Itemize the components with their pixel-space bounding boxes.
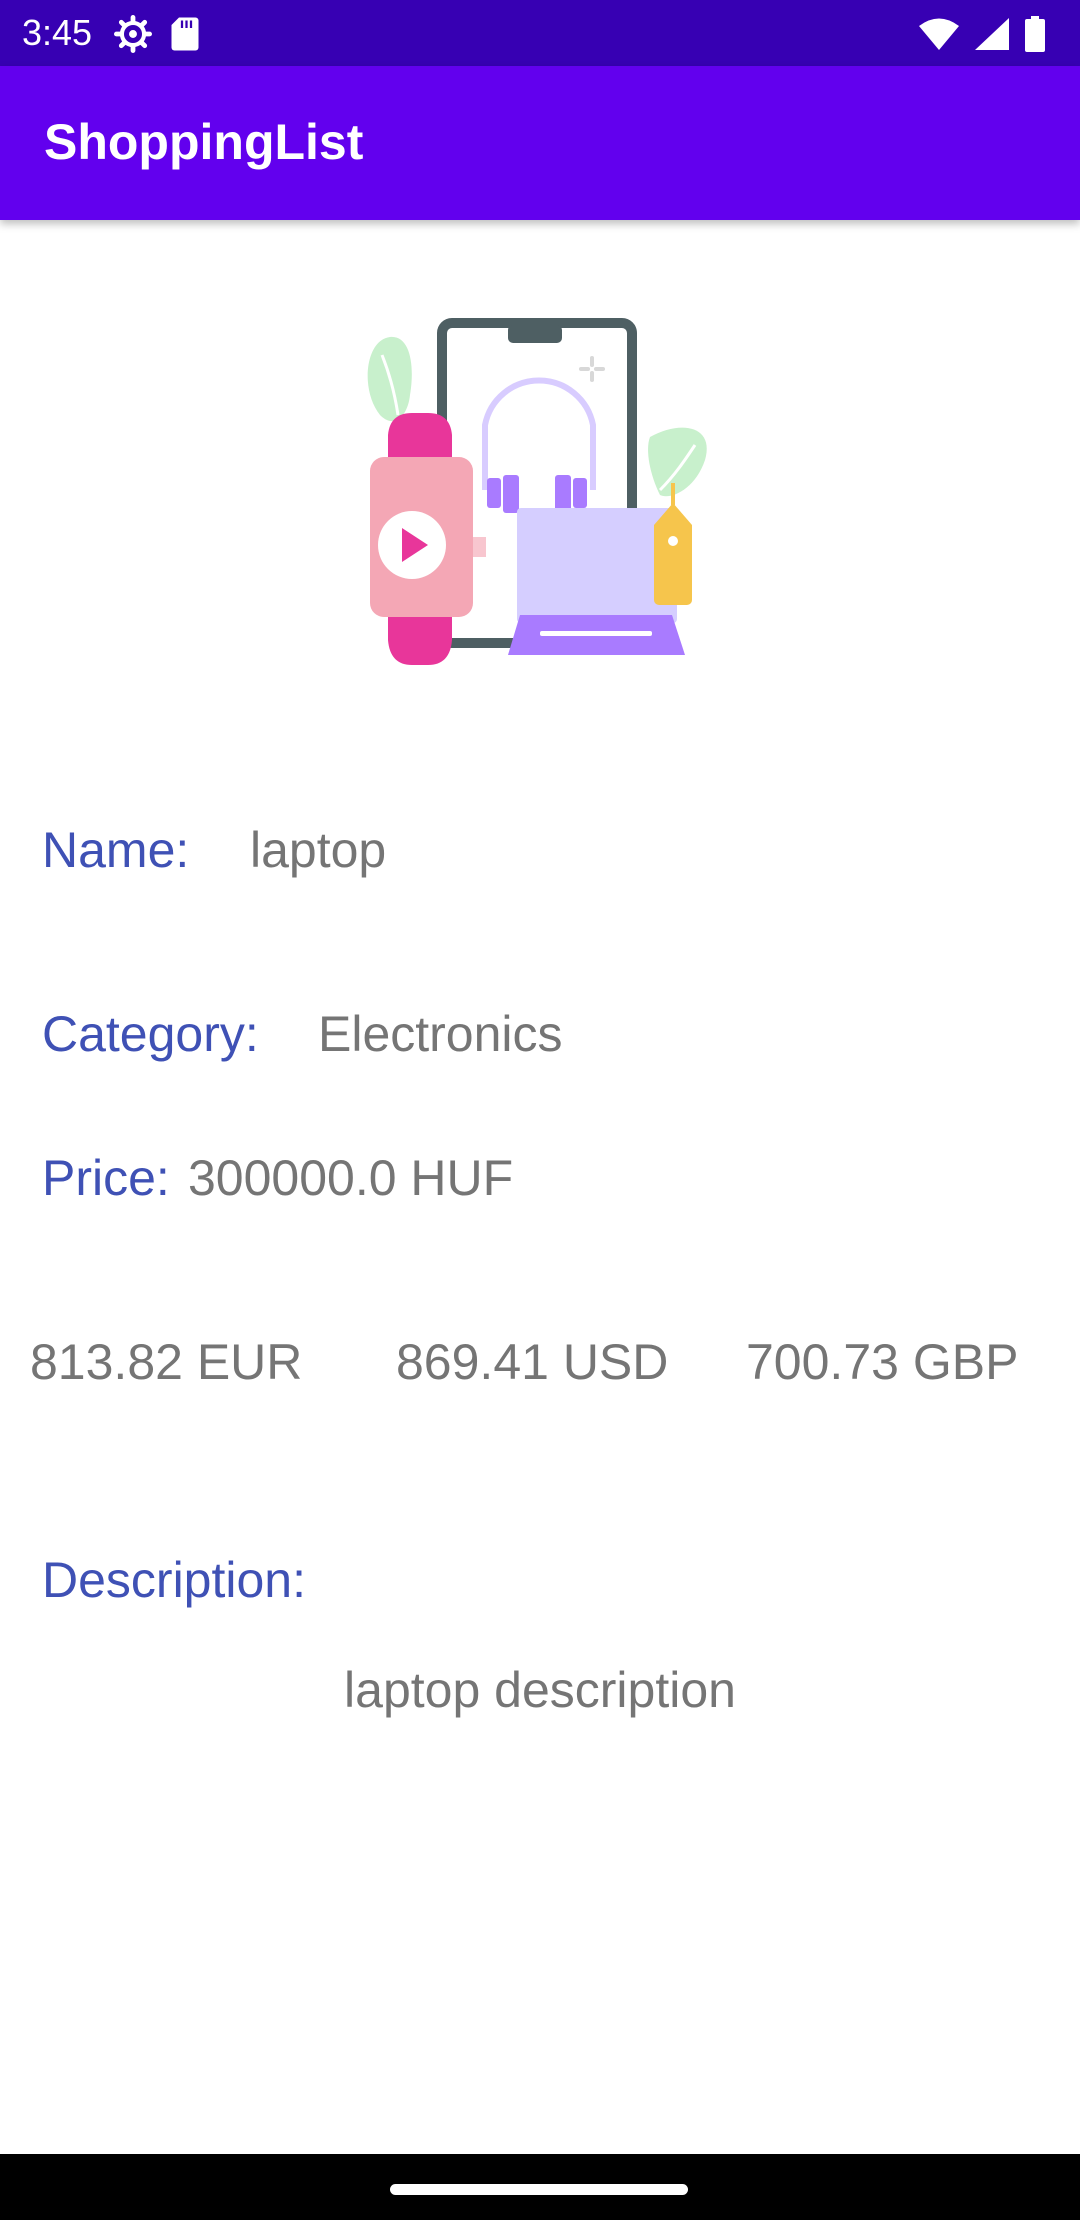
- battery-icon: [1025, 16, 1045, 52]
- app-bar: ShoppingList: [0, 66, 1080, 220]
- status-left-icons: [114, 14, 200, 54]
- status-time: 3:45: [22, 12, 93, 53]
- description-label: Description:: [42, 1552, 306, 1608]
- price-eur: 813.82 EUR: [30, 1334, 303, 1390]
- description-value: laptop description: [344, 1662, 736, 1718]
- name-value: laptop: [250, 822, 387, 878]
- navigation-bar: [0, 2154, 1080, 2220]
- app-title: ShoppingList: [44, 114, 364, 170]
- price-value: 300000.0 HUF: [188, 1150, 514, 1206]
- status-right-icons: [918, 14, 1046, 54]
- shopping-electronics-illustration: [367, 318, 707, 665]
- category-label: Category:: [42, 1006, 259, 1062]
- signal-icon: [975, 18, 1009, 50]
- price-usd: 869.41 USD: [396, 1334, 669, 1390]
- status-bar: 3:45: [0, 0, 1080, 66]
- settings-icon: [114, 15, 152, 53]
- home-gesture-handle[interactable]: [390, 2184, 688, 2195]
- sd-card-icon: [171, 17, 199, 51]
- price-gbp: 700.73 GBP: [746, 1334, 1019, 1390]
- category-value: Electronics: [318, 1006, 563, 1062]
- name-label: Name:: [42, 822, 190, 878]
- wifi-icon: [919, 18, 959, 50]
- price-label: Price:: [42, 1150, 170, 1206]
